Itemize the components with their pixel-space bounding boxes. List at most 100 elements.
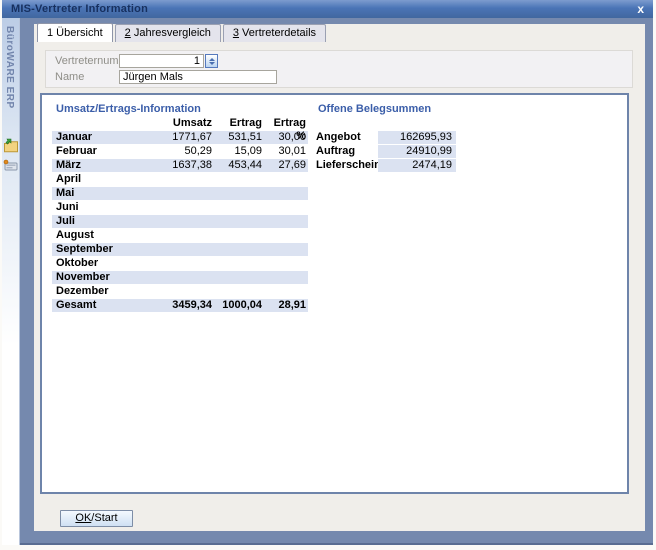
umsatz-row: März1637,38453,4427,69 (52, 159, 308, 172)
close-icon[interactable]: x (635, 3, 646, 15)
vertreter-form: Vertreternummer Name (45, 50, 633, 88)
ertrag-pct-cell (262, 229, 308, 242)
ertrag-pct-cell (262, 271, 308, 284)
belegsumme-value: 24910,99 (378, 145, 456, 158)
month-cell: Gesamt (52, 299, 147, 312)
belegsumme-label: Auftrag (316, 145, 378, 158)
ertrag-cell: 531,51 (212, 131, 262, 144)
month-cell: Mai (52, 187, 147, 200)
ertrag-pct-cell (262, 173, 308, 186)
window-frame: 1 Übersicht2 Jahresvergleich3 Vertreterd… (20, 18, 653, 545)
keyboard-icon[interactable] (3, 159, 19, 175)
month-cell: März (52, 159, 147, 172)
umsatz-row: Juni (52, 201, 308, 214)
month-cell: Oktober (52, 257, 147, 270)
ertrag-cell: 453,44 (212, 159, 262, 172)
umsatz-cell (147, 271, 212, 284)
ertrag-pct-cell: 30,00 (262, 131, 308, 144)
window-body: BüroWARE ERP 1 Übersicht2 Jahresvergleic… (2, 18, 653, 545)
ertrag-cell (212, 285, 262, 298)
client-area: 1 Übersicht2 Jahresvergleich3 Vertreterd… (34, 24, 645, 531)
belegsummen-table: Angebot162695,93Auftrag24910,99Liefersch… (316, 131, 456, 173)
belegsummen-section-title: Offene Belegsummen (318, 103, 431, 115)
tab-label: Jahresvergleich (131, 27, 211, 39)
vertreternummer-input[interactable] (119, 54, 204, 68)
umsatz-rows: Januar1771,67531,5130,00Februar50,2915,0… (52, 131, 308, 312)
tab-1[interactable]: 1 Übersicht (37, 23, 113, 42)
month-cell: April (52, 173, 147, 186)
ertrag-cell (212, 271, 262, 284)
ertrag-cell (212, 229, 262, 242)
umsatz-row: Oktober (52, 257, 308, 270)
ertrag-pct-cell (262, 215, 308, 228)
umsatz-total-row: Gesamt3459,341000,0428,91 (52, 299, 308, 312)
ertrag-column-header: Ertrag (212, 117, 262, 130)
umsatz-cell (147, 187, 212, 200)
ertrag-cell (212, 257, 262, 270)
app-window: MIS-Vertreter Information x BüroWARE ERP (2, 0, 653, 545)
umsatz-row: August (52, 229, 308, 242)
umsatz-section-title: Umsatz/Ertrags-Information (56, 103, 201, 115)
ertrag-pct-cell: 30,01 (262, 145, 308, 158)
side-strip: BüroWARE ERP (2, 18, 20, 545)
umsatz-cell (147, 285, 212, 298)
belegsumme-row: Lieferschein2474,19 (316, 159, 456, 172)
umsatz-table: Umsatz Ertrag Ertrag % Januar1771,67531,… (52, 117, 308, 313)
tab-2[interactable]: 2 Jahresvergleich (115, 24, 221, 42)
month-cell: Dezember (52, 285, 147, 298)
ertrag-pct-column-header: Ertrag % (262, 117, 308, 130)
ertrag-pct-cell: 27,69 (262, 159, 308, 172)
umsatz-cell (147, 215, 212, 228)
title-bar[interactable]: MIS-Vertreter Information x (2, 0, 653, 18)
month-cell: Juli (52, 215, 147, 228)
name-label: Name (55, 71, 84, 83)
belegsumme-label: Lieferschein (316, 159, 378, 172)
umsatz-row: Juli (52, 215, 308, 228)
umsatz-row: Dezember (52, 285, 308, 298)
belegsumme-value: 162695,93 (378, 131, 456, 144)
ertrag-cell: 15,09 (212, 145, 262, 158)
folder-import-icon[interactable] (3, 138, 19, 154)
umsatz-cell (147, 257, 212, 270)
month-column-spacer (52, 117, 147, 130)
belegsumme-row: Auftrag24910,99 (316, 145, 456, 158)
month-cell: Januar (52, 131, 147, 144)
tab-bar: 1 Übersicht2 Jahresvergleich3 Vertreterd… (37, 25, 328, 42)
ertrag-cell (212, 215, 262, 228)
ertrag-cell (212, 201, 262, 214)
belegsumme-value: 2474,19 (378, 159, 456, 172)
umsatz-cell (147, 243, 212, 256)
umsatz-cell: 1637,38 (147, 159, 212, 172)
umsatz-row: September (52, 243, 308, 256)
month-cell: Februar (52, 145, 147, 158)
umsatz-header-row: Umsatz Ertrag Ertrag % (52, 117, 308, 130)
month-cell: August (52, 229, 147, 242)
umsatz-cell (147, 173, 212, 186)
belegsumme-label: Angebot (316, 131, 378, 144)
overview-panel: Umsatz/Ertrags-Information Offene Belegs… (40, 93, 629, 494)
month-cell: November (52, 271, 147, 284)
umsatz-row: April (52, 173, 308, 186)
belegsumme-row: Angebot162695,93 (316, 131, 456, 144)
ertrag-pct-cell (262, 243, 308, 256)
ertrag-pct-cell (262, 201, 308, 214)
month-cell: September (52, 243, 147, 256)
umsatz-cell (147, 201, 212, 214)
tab-3[interactable]: 3 Vertreterdetails (223, 24, 326, 42)
name-input[interactable] (119, 70, 277, 84)
ertrag-cell (212, 187, 262, 200)
umsatz-row: November (52, 271, 308, 284)
ertrag-cell: 1000,04 (212, 299, 262, 312)
month-cell: Juni (52, 201, 147, 214)
umsatz-cell: 50,29 (147, 145, 212, 158)
spinner-button[interactable] (205, 54, 218, 68)
ertrag-pct-cell (262, 257, 308, 270)
ertrag-pct-cell: 28,91 (262, 299, 308, 312)
umsatz-row: Mai (52, 187, 308, 200)
ok-start-button[interactable]: OK/Start (60, 510, 133, 527)
window-title: MIS-Vertreter Information (11, 3, 635, 15)
umsatz-row: Januar1771,67531,5130,00 (52, 131, 308, 144)
umsatz-cell: 3459,34 (147, 299, 212, 312)
umsatz-column-header: Umsatz (147, 117, 212, 130)
umsatz-row: Februar50,2915,0930,01 (52, 145, 308, 158)
